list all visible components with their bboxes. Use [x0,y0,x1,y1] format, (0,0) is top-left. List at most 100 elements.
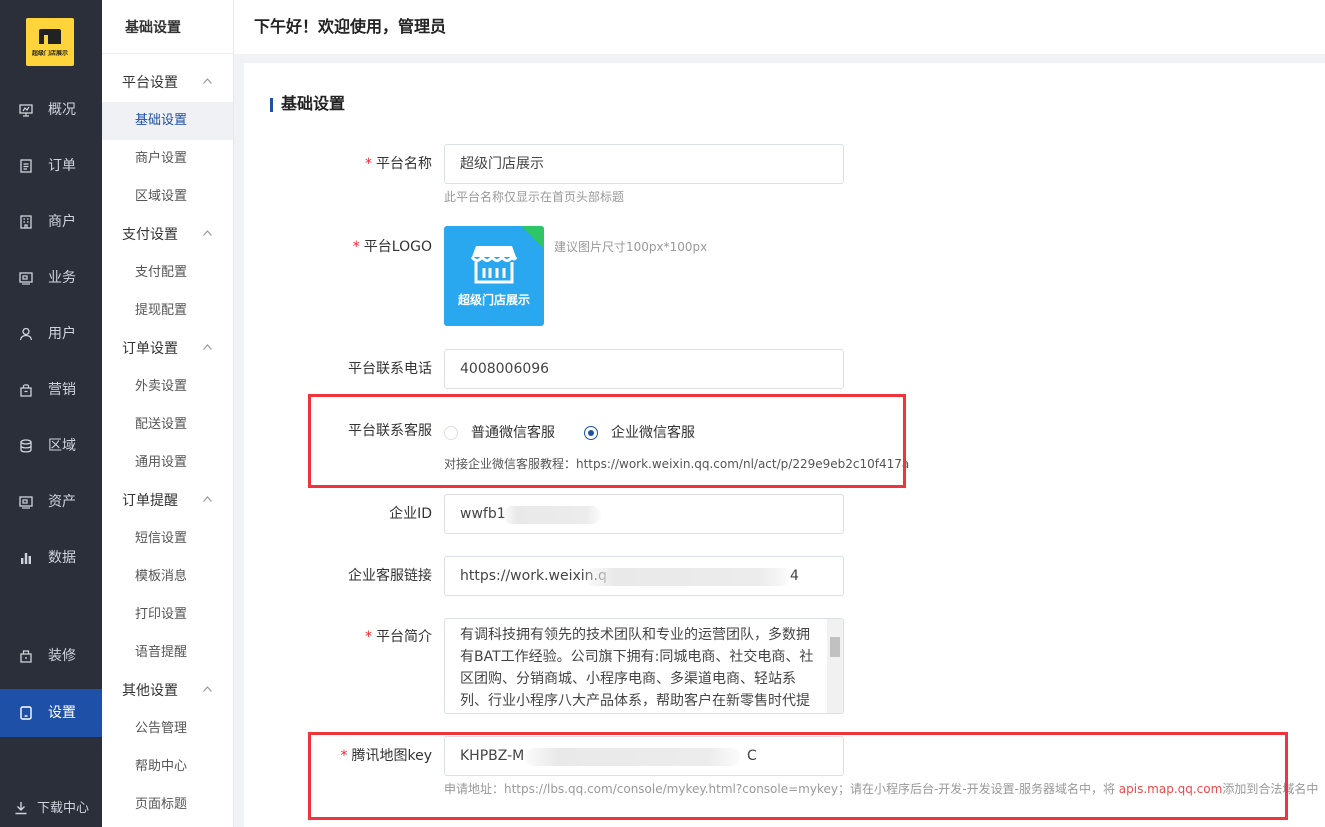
platform-name-input[interactable]: 超级门店展示 [444,144,844,184]
submenu-group-order[interactable]: 订单设置 [102,330,233,368]
nav-item-merchants[interactable]: 商户 [0,198,102,246]
phone-input[interactable]: 4008006096 [444,349,844,389]
nav-item-data[interactable]: 数据 [0,534,102,582]
submenu-group-platform[interactable]: 平台设置 [102,64,233,102]
submenu-item-print-settings[interactable]: 打印设置 [102,596,233,634]
nav-item-settings[interactable]: 设置 [0,689,102,737]
section-title: 基础设置 [281,94,346,113]
submenu-item-sms-settings[interactable]: 短信设置 [102,520,233,558]
wallet-icon [19,496,33,509]
submenu-item-page-titles[interactable]: 页面标题 [102,786,233,824]
platform-logo-label: * 平台LOGO [353,237,432,257]
submenu-item-delivery-settings[interactable]: 配送设置 [102,406,233,444]
logo-image-caption: 超级门店展示 [457,293,530,307]
submenu-item-label: 配送设置 [135,417,188,432]
download-center-link[interactable]: 下载中心 [0,795,102,823]
service-link-input[interactable]: https://work.weixin.q 4 [444,556,844,596]
nav-item-marketing[interactable]: 营销 [0,366,102,414]
submenu-item-region-settings[interactable]: 区域设置 [102,178,233,216]
main-sidebar: 超级门店展示 概况 订单 商户 业务 用户 营销 区域 资产 数据 装修 设置 … [0,0,102,827]
nav-item-label: 商户 [48,214,76,230]
submenu-item-basic-settings[interactable]: 基础设置 [102,102,233,140]
selected-corner-badge [521,226,544,249]
highlight-box-customer-service [308,394,906,488]
corp-id-value: wwfb1 [460,506,506,522]
submenu-group-label: 其他设置 [122,683,178,699]
corp-id-label: 企业ID [389,506,432,522]
submenu-item-label: 公告管理 [135,721,188,736]
submenu-group-label: 支付设置 [122,227,178,243]
service-link-label: 企业客服链接 [348,568,432,584]
chevron-up-icon [203,344,212,350]
nav-item-label: 区域 [48,438,76,454]
nav-item-decoration[interactable]: 装修 [0,632,102,680]
submenu-title: 基础设置 [102,0,233,54]
submenu-group-label: 订单提醒 [122,493,178,509]
submenu-item-label: 页面标题 [135,797,188,812]
submenu-item-withdraw-config[interactable]: 提现配置 [102,292,233,330]
nav-item-label: 订单 [48,158,76,174]
required-marker: * [365,629,372,645]
scrollbar-thumb[interactable] [830,637,840,657]
submenu-item-label: 语音提醒 [135,645,188,660]
decorate-icon [20,650,32,663]
corp-id-input[interactable]: wwfb1 [444,494,844,534]
highlight-box-map-key [308,732,1288,820]
nav-item-label: 概况 [48,102,76,118]
nav-item-assets[interactable]: 资产 [0,478,102,526]
submenu-item-announcements[interactable]: 公告管理 [102,710,233,748]
intro-label-text: 平台简介 [376,629,432,645]
required-marker: * [365,156,372,172]
download-icon [15,802,27,815]
nav-item-orders[interactable]: 订单 [0,142,102,190]
business-icon [19,272,33,285]
intro-scrollbar[interactable] [827,619,843,713]
phone-label: 平台联系电话 [348,361,432,377]
redaction-blur [585,568,790,586]
chevron-up-icon [203,230,212,236]
database-icon [20,439,32,453]
submenu-item-merchant-settings[interactable]: 商户设置 [102,140,233,178]
chevron-up-icon [203,686,212,692]
submenu-item-label: 外卖设置 [135,379,188,394]
settings-submenu: 基础设置 平台设置 基础设置 商户设置 区域设置 支付设置 支付配置 提现配置 … [102,0,234,827]
submenu-item-payment-config[interactable]: 支付配置 [102,254,233,292]
submenu-item-help-center[interactable]: 帮助中心 [102,748,233,786]
nav-item-label: 资产 [48,494,76,510]
order-list-icon [20,159,32,173]
platform-name-help: 此平台名称仅显示在首页头部标题 [444,190,625,204]
marketing-icon [20,384,32,397]
nav-item-overview[interactable]: 概况 [0,86,102,134]
submenu-group-label: 平台设置 [122,75,178,91]
nav-item-business[interactable]: 业务 [0,254,102,302]
store-icon [470,246,518,284]
platform-logo-upload[interactable]: 超级门店展示 [444,226,544,326]
brand-logo[interactable]: 超级门店展示 [26,18,74,66]
intro-textarea[interactable]: 有调科技拥有领先的技术团队和专业的运营团队，多数拥有BAT工作经验。公司旗下拥有… [444,618,844,714]
platform-name-label: * 平台名称 [365,154,432,174]
building-icon [20,215,32,229]
welcome-greeting: 下午好！欢迎使用，管理员 [254,17,447,36]
top-bar: 下午好！欢迎使用，管理员 [234,0,1325,54]
download-center-label: 下载中心 [37,801,90,816]
intro-text: 有调科技拥有领先的技术团队和专业的运营团队，多数拥有BAT工作经验。公司旗下拥有… [460,627,814,709]
submenu-item-label: 短信设置 [135,531,188,546]
nav-item-regions[interactable]: 区域 [0,422,102,470]
submenu-item-takeout-settings[interactable]: 外卖设置 [102,368,233,406]
submenu-item-label: 区域设置 [135,189,188,204]
submenu-group-payment[interactable]: 支付设置 [102,216,233,254]
service-link-value-end: 4 [790,568,799,584]
submenu-group-other[interactable]: 其他设置 [102,672,233,710]
nav-item-label: 设置 [48,705,76,721]
submenu-item-label: 通用设置 [135,455,188,470]
submenu-item-template-messages[interactable]: 模板消息 [102,558,233,596]
nav-item-label: 数据 [48,550,76,566]
platform-logo-help: 建议图片尺寸100px*100px [554,240,708,254]
nav-item-users[interactable]: 用户 [0,310,102,358]
redaction-blur [503,506,601,524]
chevron-up-icon [203,496,212,502]
submenu-item-general-settings[interactable]: 通用设置 [102,444,233,482]
submenu-group-label: 订单设置 [122,341,178,357]
submenu-item-voice-reminder[interactable]: 语音提醒 [102,634,233,672]
submenu-group-order-reminder[interactable]: 订单提醒 [102,482,233,520]
